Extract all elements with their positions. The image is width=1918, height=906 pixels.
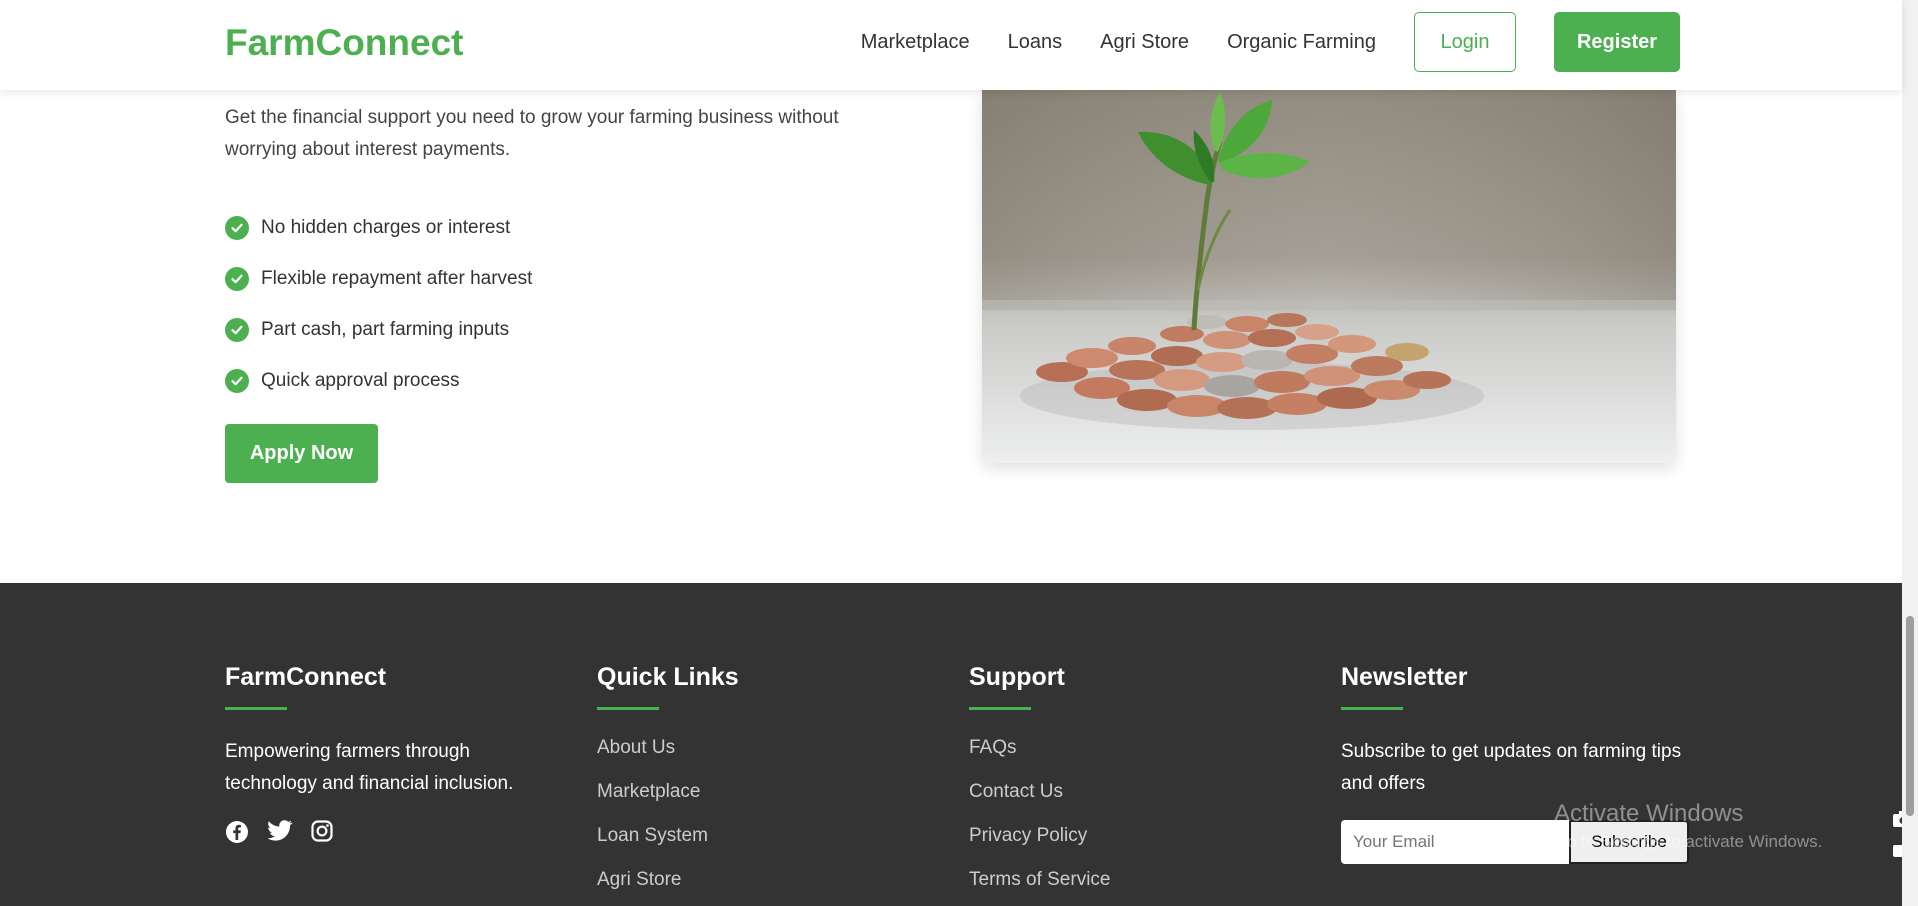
newsletter-title: Newsletter [1341,663,1468,691]
feature-label: Flexible repayment after harvest [261,267,533,289]
footer-about-text: Empowering farmers through technology an… [225,741,514,794]
check-circle-icon [225,215,249,240]
login-button[interactable]: Login [1414,12,1516,72]
loan-intro-text: Get the financial support you need to gr… [225,107,839,160]
check-circle-icon [225,266,249,291]
newsletter-text: Subscribe to get updates on farming tips… [1341,741,1682,794]
watermark-title: Activate Windows [1554,800,1744,827]
footer-about: FarmConnect Empowering farmers through t… [225,663,555,849]
footer-link-terms-of-service[interactable]: Terms of Service [969,868,1269,906]
apply-now-button[interactable]: Apply Now [225,424,378,483]
feature-item: Quick approval process [225,355,532,406]
site-footer: FarmConnect Empowering farmers through t… [0,583,1902,906]
facebook-icon[interactable] [225,820,249,849]
nav-marketplace[interactable]: Marketplace [861,31,970,54]
nav-loans[interactable]: Loans [1008,31,1063,54]
page-scrollbar[interactable] [1902,0,1918,906]
activate-windows-watermark: Activate Windows Go to Settings to activ… [1554,800,1822,852]
quick-links-title: Quick Links [597,663,739,691]
scrollbar-thumb[interactable] [1906,616,1914,816]
feature-item: Flexible repayment after harvest [225,253,532,304]
check-circle-icon [225,368,249,393]
social-links [225,820,555,849]
brand-logo[interactable]: FarmConnect [225,22,463,64]
nav-organic-farming[interactable]: Organic Farming [1227,31,1376,54]
quick-links-list: About Us Marketplace Loan System Agri St… [597,736,897,906]
support-title: Support [969,663,1065,691]
email-input[interactable] [1341,820,1569,864]
footer-link-faqs[interactable]: FAQs [969,736,1269,780]
feature-item: No hidden charges or interest [225,202,532,253]
footer-link-contact-us[interactable]: Contact Us [969,780,1269,824]
title-underline [969,707,1031,710]
feature-label: Part cash, part farming inputs [261,318,510,340]
feature-label: No hidden charges or interest [261,216,511,238]
footer-link-loan-system[interactable]: Loan System [597,824,897,868]
loan-features-list: No hidden charges or interest Flexible r… [225,202,532,406]
nav-agri-store[interactable]: Agri Store [1100,31,1189,54]
footer-quick-links: Quick Links About Us Marketplace Loan Sy… [597,663,897,906]
site-header: FarmConnect Marketplace Loans Agri Store… [0,0,1902,90]
page: FarmConnect Marketplace Loans Agri Store… [0,0,1918,906]
title-underline [1341,707,1403,710]
watermark-subtitle: Go to Settings to activate Windows. [1554,832,1823,851]
main-nav: Marketplace Loans Agri Store Organic Far… [861,12,1680,72]
plant-coins-image [982,90,1676,463]
check-circle-icon [225,317,249,342]
instagram-icon[interactable] [311,820,333,849]
footer-link-agri-store[interactable]: Agri Store [597,868,897,906]
footer-link-privacy-policy[interactable]: Privacy Policy [969,824,1269,868]
support-links-list: FAQs Contact Us Privacy Policy Terms of … [969,736,1269,906]
feature-item: Part cash, part farming inputs [225,304,532,355]
feature-label: Quick approval process [261,369,460,391]
title-underline [597,707,659,710]
register-button[interactable]: Register [1554,12,1680,72]
title-underline [225,707,287,710]
footer-support: Support FAQs Contact Us Privacy Policy T… [969,663,1269,906]
footer-link-marketplace[interactable]: Marketplace [597,780,897,824]
footer-link-about-us[interactable]: About Us [597,736,897,780]
twitter-icon[interactable] [267,820,293,849]
footer-brand-title: FarmConnect [225,663,387,691]
